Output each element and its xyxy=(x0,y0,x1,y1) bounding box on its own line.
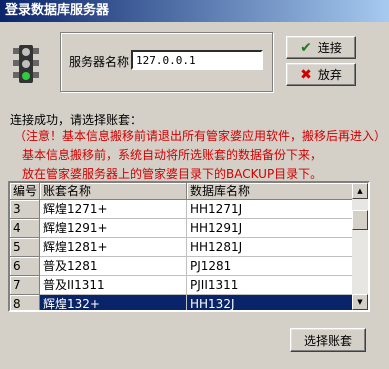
grid-scrollbar[interactable]: ▲ ▼ xyxy=(352,183,368,310)
row-db-name: HH1281J xyxy=(187,238,355,257)
row-db-name: HH1291J xyxy=(187,219,355,238)
table-row[interactable]: 3 辉煌1271+ HH1271J xyxy=(10,200,355,219)
row-id: 7 xyxy=(10,276,40,295)
column-header-name[interactable]: 账套名称 xyxy=(40,183,187,200)
column-header-id[interactable]: 编号 xyxy=(10,183,40,200)
connect-button[interactable]: ✔ 连接 xyxy=(286,36,356,59)
table-row[interactable]: 7 普及II1311 PJII1311 xyxy=(10,276,355,295)
scroll-thumb[interactable] xyxy=(352,210,368,230)
scroll-down-icon[interactable]: ▼ xyxy=(352,294,368,310)
row-account-name: 普及1281 xyxy=(40,257,187,276)
account-grid: 编号 账套名称 数据库名称 3 辉煌1271+ HH1271J 4 辉煌1291… xyxy=(8,181,370,312)
row-account-name: 辉煌1281+ xyxy=(40,238,187,257)
table-row[interactable]: 4 辉煌1291+ HH1291J xyxy=(10,219,355,238)
note-line-3: 放在管家婆服务器上的管家婆目录下的BACKUP目录下。 xyxy=(22,167,323,181)
grid-header: 编号 账套名称 数据库名称 xyxy=(10,183,355,200)
row-db-name: HH132J xyxy=(187,295,355,310)
row-account-name: 普及II1311 xyxy=(40,276,187,295)
table-row[interactable]: 6 普及1281 PJ1281 xyxy=(10,257,355,276)
note-line-1: （注意！基本信息搬移前请退出所有管家婆应用软件，搬移后再进入） xyxy=(14,129,387,143)
row-db-name: HH1271J xyxy=(187,200,355,219)
status-text: 连接成功，请选择账套： xyxy=(10,113,143,127)
row-db-name: PJII1311 xyxy=(187,276,355,295)
row-id: 8 xyxy=(10,295,40,310)
row-account-name: 辉煌1271+ xyxy=(40,200,187,219)
row-id: 6 xyxy=(10,257,40,276)
row-account-name: 辉煌1291+ xyxy=(40,219,187,238)
server-name-label: 服务器名称 xyxy=(69,55,130,69)
check-icon: ✔ xyxy=(300,39,312,56)
row-id: 5 xyxy=(10,238,40,257)
server-groupbox: 服务器名称 127.0.0.1 xyxy=(60,32,273,92)
connect-button-label: 连接 xyxy=(317,41,342,55)
traffic-light-icon xyxy=(13,45,39,83)
row-db-name: PJ1281 xyxy=(187,257,355,276)
server-name-input[interactable]: 127.0.0.1 xyxy=(131,50,263,70)
row-id: 4 xyxy=(10,219,40,238)
cancel-button[interactable]: ✖ 放弃 xyxy=(286,63,356,86)
table-row-selected[interactable]: 8 辉煌132+ HH132J xyxy=(10,295,355,310)
row-id: 3 xyxy=(10,200,40,219)
cancel-button-label: 放弃 xyxy=(317,68,342,82)
note-line-2: 基本信息搬移前，系统自动将所选账套的数据备份下来， xyxy=(22,148,323,162)
login-db-server-dialog: 登录数据库服务器 服务器名称 127.0.0.1 ✔ 连接 ✖ 放弃 连接成功，… xyxy=(0,0,389,369)
row-account-name: 辉煌132+ xyxy=(40,295,187,310)
table-row[interactable]: 5 辉煌1281+ HH1281J xyxy=(10,238,355,257)
scroll-up-icon[interactable]: ▲ xyxy=(352,183,368,199)
select-account-button[interactable]: 选择账套 xyxy=(290,328,366,352)
x-icon: ✖ xyxy=(300,66,312,83)
column-header-db[interactable]: 数据库名称 xyxy=(187,183,355,200)
window-title: 登录数据库服务器 xyxy=(0,0,389,22)
